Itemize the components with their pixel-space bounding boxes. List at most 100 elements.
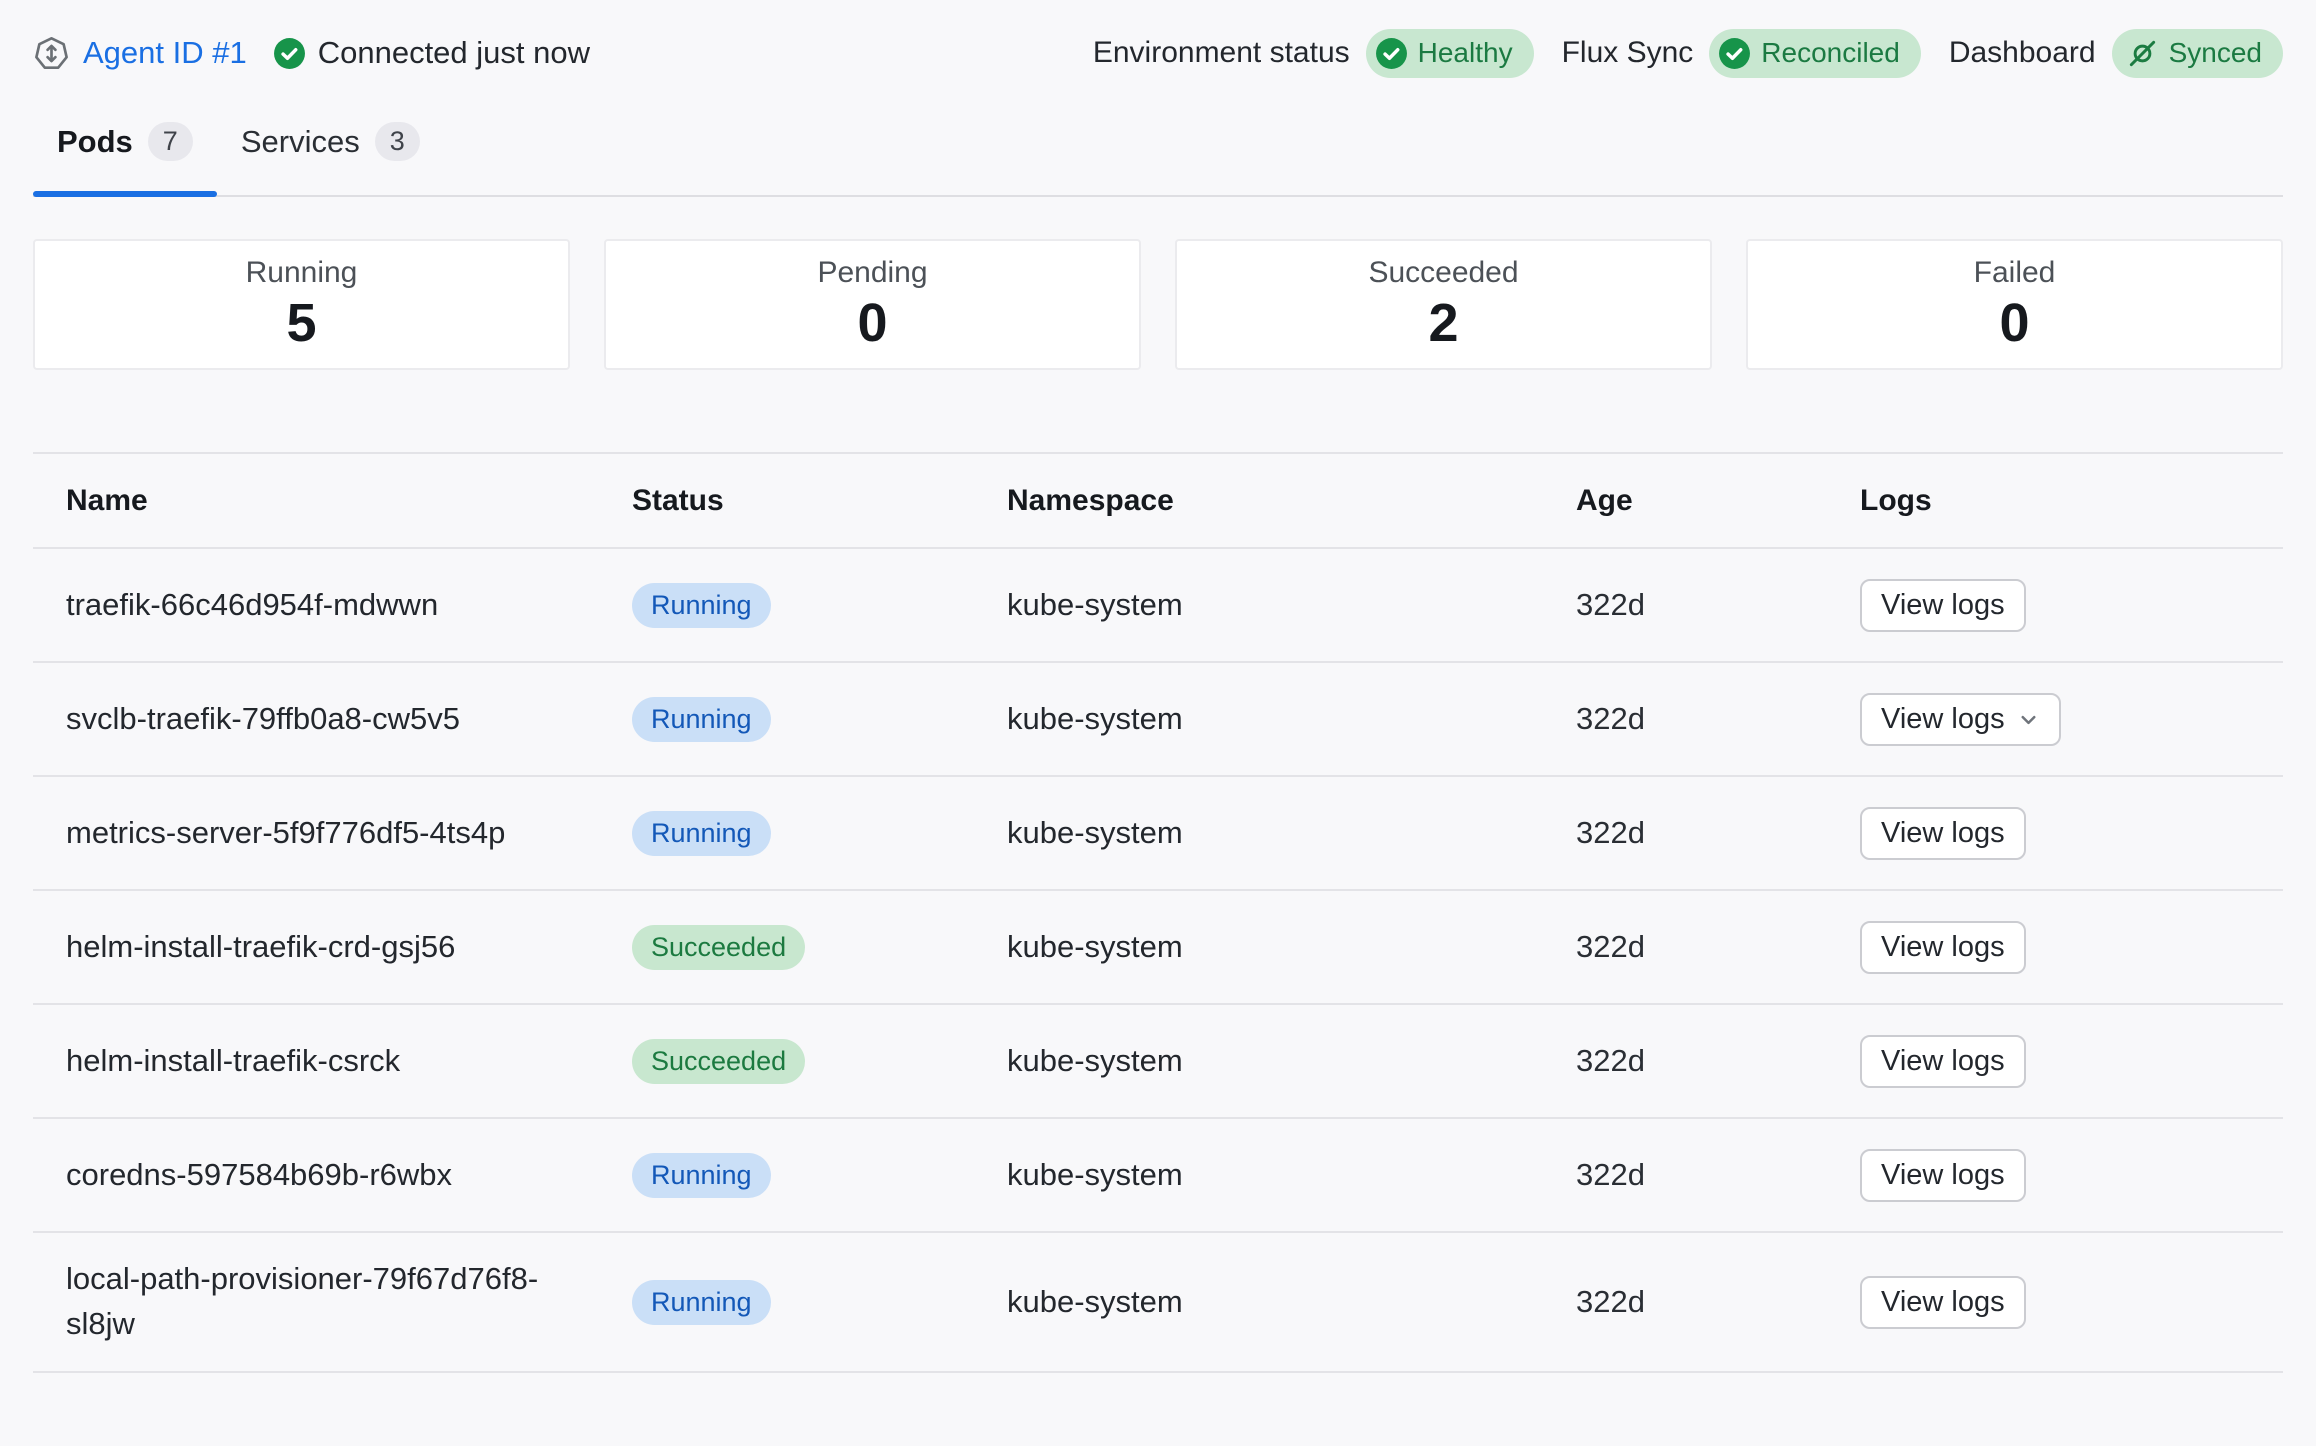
agent-connection-group: Agent ID #1 Connected just now	[33, 35, 590, 72]
card-failed: Failed 0	[1746, 239, 2283, 370]
healthy-badge-text: Healthy	[1418, 39, 1513, 67]
tab-bar: Pods 7 Services 3	[33, 106, 2283, 197]
card-succeeded: Succeeded 2	[1175, 239, 1712, 370]
card-succeeded-label: Succeeded	[1368, 256, 1518, 290]
pod-age: 322d	[1576, 929, 1860, 965]
view-logs-label: View logs	[1881, 589, 2005, 622]
dashboard-group: Dashboard Synced	[1949, 29, 2283, 78]
healthy-badge: Healthy	[1366, 29, 1534, 78]
pod-age: 322d	[1576, 587, 1860, 623]
column-header-age: Age	[1576, 484, 1860, 518]
status-badge: Running	[632, 1153, 771, 1198]
pod-age: 322d	[1576, 1284, 1860, 1320]
table-row: local-path-provisioner-79f67d76f8-sl8jw …	[33, 1233, 2283, 1373]
environment-statuses: Environment status Healthy Flux Sync	[1093, 29, 2283, 78]
pod-namespace: kube-system	[1007, 587, 1576, 623]
flux-sync-group: Flux Sync Reconciled	[1562, 29, 1921, 78]
column-header-logs: Logs	[1860, 484, 2283, 518]
view-logs-button[interactable]: View logs	[1860, 1035, 2026, 1088]
column-header-name: Name	[33, 479, 632, 523]
view-logs-label: View logs	[1881, 1159, 2005, 1192]
card-pending-label: Pending	[817, 256, 927, 290]
card-running-label: Running	[246, 256, 358, 290]
agent-icon	[33, 35, 70, 72]
check-circle-icon	[1718, 37, 1751, 70]
view-logs-label: View logs	[1881, 1045, 2005, 1078]
pod-namespace: kube-system	[1007, 929, 1576, 965]
view-logs-label: View logs	[1881, 817, 2005, 850]
card-running-value: 5	[286, 292, 316, 354]
chevron-down-icon	[2017, 708, 2040, 731]
pod-name: helm-install-traefik-csrck	[33, 1039, 632, 1084]
view-logs-button[interactable]: View logs	[1860, 1149, 2026, 1202]
pod-namespace: kube-system	[1007, 1284, 1576, 1320]
status-badge: Running	[632, 697, 771, 742]
pod-age: 322d	[1576, 701, 1860, 737]
table-row: helm-install-traefik-csrck Succeeded kub…	[33, 1005, 2283, 1119]
pod-age: 322d	[1576, 1157, 1860, 1193]
view-logs-label: View logs	[1881, 1286, 2005, 1319]
status-badge: Running	[632, 811, 771, 856]
status-badge: Succeeded	[632, 925, 805, 970]
view-logs-button[interactable]: View logs	[1860, 807, 2026, 860]
topbar: Agent ID #1 Connected just now Environme…	[0, 0, 2316, 106]
environment-status-label: Environment status	[1093, 36, 1350, 70]
pod-name: helm-install-traefik-crd-gsj56	[33, 925, 632, 970]
pod-summary-cards: Running 5 Pending 0 Succeeded 2 Failed 0	[33, 239, 2283, 370]
pods-table: Name Status Namespace Age Logs traefik-6…	[33, 452, 2283, 1373]
table-row: traefik-66c46d954f-mdwwn Running kube-sy…	[33, 549, 2283, 663]
status-badge: Running	[632, 583, 771, 628]
synced-badge: Synced	[2112, 29, 2283, 78]
pod-namespace: kube-system	[1007, 1043, 1576, 1079]
environment-status-group: Environment status Healthy	[1093, 29, 1534, 78]
pod-name: coredns-597584b69b-r6wbx	[33, 1153, 632, 1198]
card-succeeded-value: 2	[1428, 292, 1458, 354]
dashboard-label: Dashboard	[1949, 36, 2096, 70]
pod-age: 322d	[1576, 815, 1860, 851]
check-circle-icon	[1375, 37, 1408, 70]
card-failed-label: Failed	[1974, 256, 2056, 290]
pod-namespace: kube-system	[1007, 701, 1576, 737]
status-badge: Running	[632, 1280, 771, 1325]
card-failed-value: 0	[1999, 292, 2029, 354]
connection-status-text: Connected just now	[318, 35, 590, 71]
connection-status: Connected just now	[273, 35, 590, 71]
pod-name: traefik-66c46d954f-mdwwn	[33, 583, 632, 628]
reconciled-badge-text: Reconciled	[1761, 39, 1900, 67]
flux-sync-label: Flux Sync	[1562, 36, 1694, 70]
card-pending: Pending 0	[604, 239, 1141, 370]
table-row: helm-install-traefik-crd-gsj56 Succeeded…	[33, 891, 2283, 1005]
pod-namespace: kube-system	[1007, 1157, 1576, 1193]
tab-pods-count: 7	[148, 122, 193, 161]
tab-services-label: Services	[241, 124, 360, 160]
pod-name: metrics-server-5f9f776df5-4ts4p	[33, 811, 632, 856]
tab-pods-label: Pods	[57, 124, 133, 160]
table-row: svclb-traefik-79ffb0a8-cw5v5 Running kub…	[33, 663, 2283, 777]
card-running: Running 5	[33, 239, 570, 370]
synced-badge-text: Synced	[2169, 39, 2262, 67]
column-header-namespace: Namespace	[1007, 484, 1576, 518]
view-logs-dropdown-button[interactable]: View logs	[1860, 693, 2061, 746]
card-pending-value: 0	[857, 292, 887, 354]
view-logs-label: View logs	[1881, 931, 2005, 964]
pod-name: local-path-provisioner-79f67d76f8-sl8jw	[33, 1257, 632, 1347]
status-badge: Succeeded	[632, 1039, 805, 1084]
table-row: coredns-597584b69b-r6wbx Running kube-sy…	[33, 1119, 2283, 1233]
pod-namespace: kube-system	[1007, 815, 1576, 851]
column-header-status: Status	[632, 484, 1007, 518]
tab-pods[interactable]: Pods 7	[33, 106, 217, 195]
sync-icon	[2126, 37, 2159, 70]
pod-name: svclb-traefik-79ffb0a8-cw5v5	[33, 697, 632, 742]
table-header-row: Name Status Namespace Age Logs	[33, 454, 2283, 549]
tab-services-count: 3	[375, 122, 420, 161]
tab-services[interactable]: Services 3	[217, 106, 444, 195]
check-circle-icon	[273, 37, 306, 70]
agent-id-link[interactable]: Agent ID #1	[83, 35, 247, 71]
reconciled-badge: Reconciled	[1709, 29, 1921, 78]
view-logs-label: View logs	[1881, 703, 2005, 736]
view-logs-button[interactable]: View logs	[1860, 921, 2026, 974]
view-logs-button[interactable]: View logs	[1860, 1276, 2026, 1329]
view-logs-button[interactable]: View logs	[1860, 579, 2026, 632]
pod-age: 322d	[1576, 1043, 1860, 1079]
table-row: metrics-server-5f9f776df5-4ts4p Running …	[33, 777, 2283, 891]
